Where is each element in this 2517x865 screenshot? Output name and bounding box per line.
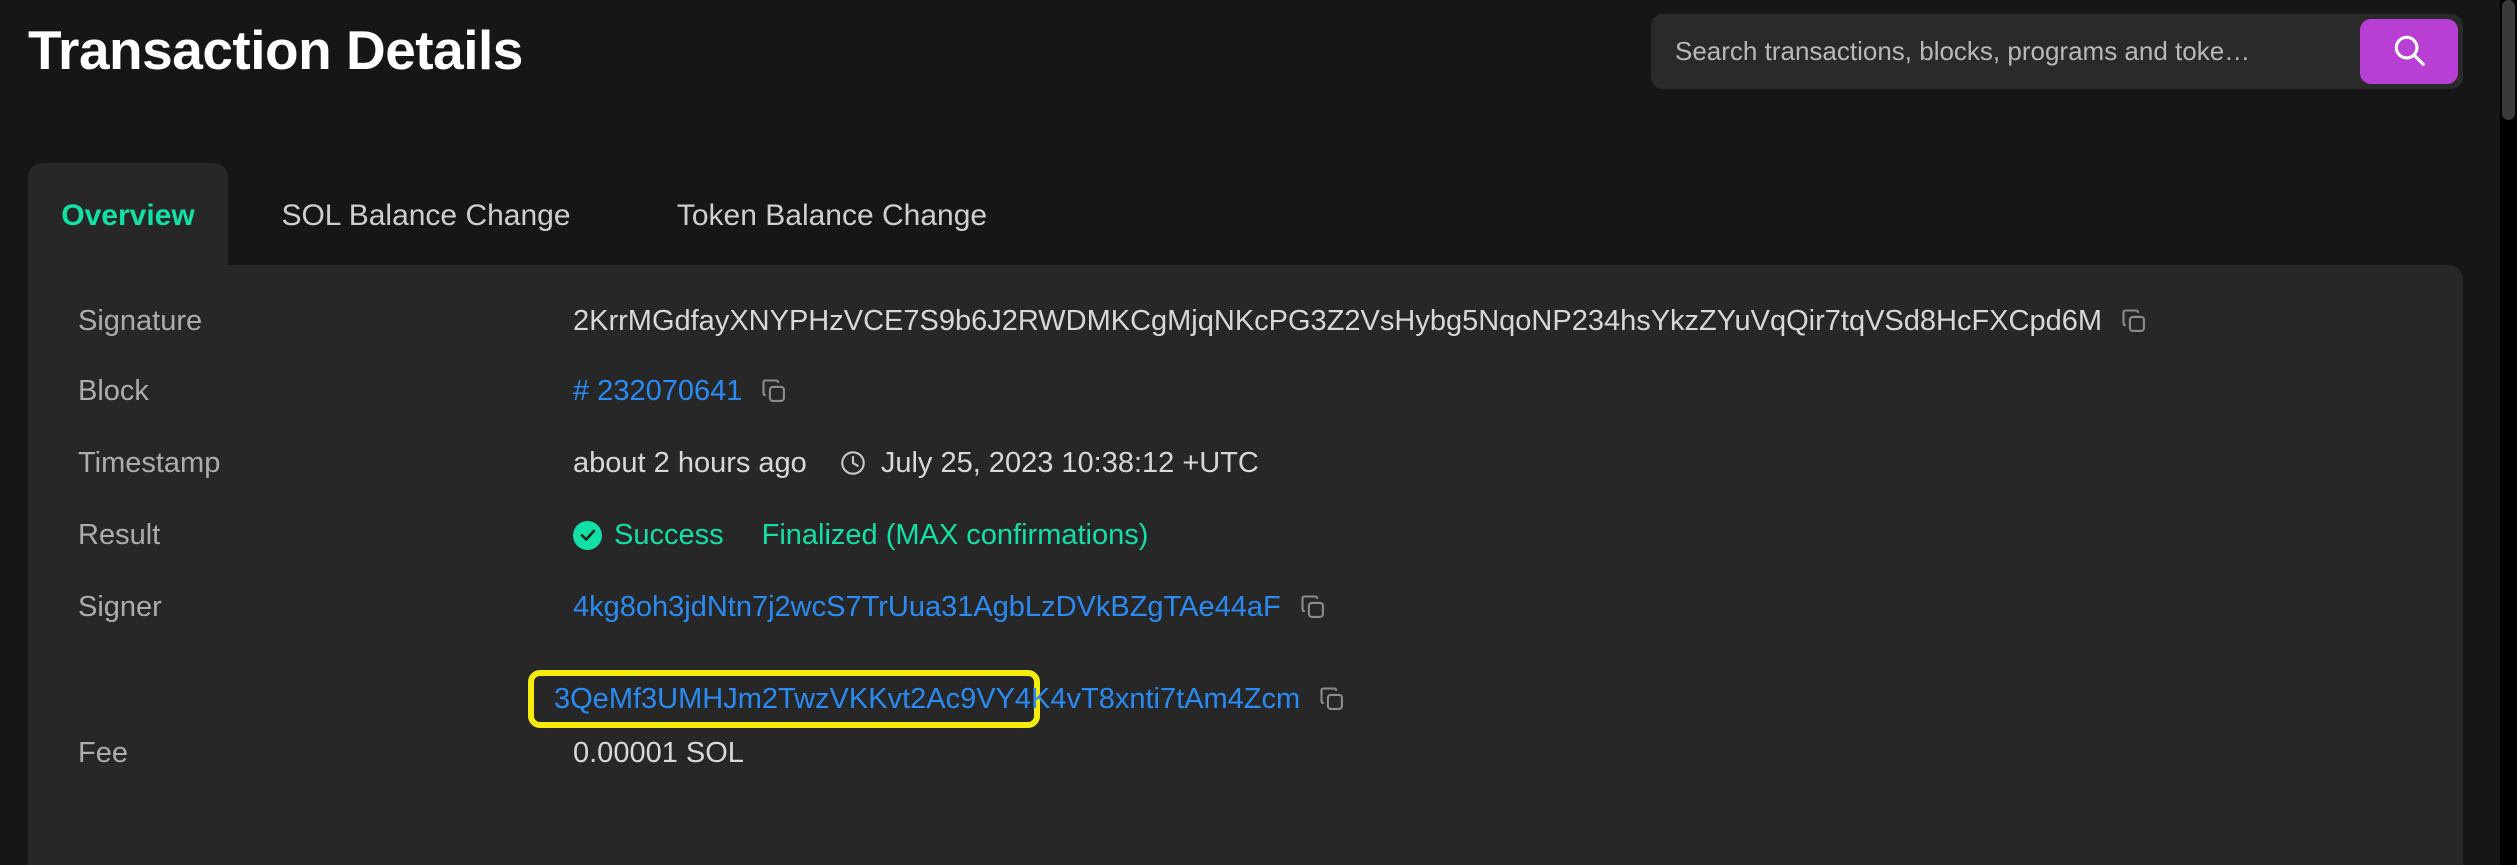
block-value-wrap: # 232070641: [573, 375, 788, 408]
timestamp-absolute: July 25, 2023 10:38:12 +UTC: [880, 446, 1259, 479]
result-value-wrap: Success Finalized (MAX confirmations): [573, 519, 1148, 552]
tab-sol-balance-change-label: SOL Balance Change: [281, 198, 571, 232]
copy-signer-address-2-icon[interactable]: [1318, 685, 1346, 713]
page-header: Transaction Details: [0, 0, 2500, 120]
timestamp-relative: about 2 hours ago: [573, 446, 807, 479]
search-bar: [1651, 14, 2463, 89]
row-fee: Fee 0.00001 SOL: [28, 717, 2463, 789]
signer-label: Signer: [78, 590, 162, 623]
search-button[interactable]: [2360, 19, 2458, 84]
vertical-scrollbar-thumb[interactable]: [2502, 0, 2515, 120]
fee-value-wrap: 0.00001 SOL: [573, 737, 744, 770]
fee-label: Fee: [78, 736, 128, 769]
timestamp-value-wrap: about 2 hours ago July 25, 2023 10:38:12…: [573, 447, 1259, 480]
tab-token-balance-change-label: Token Balance Change: [676, 198, 988, 232]
clock-icon: [839, 449, 867, 477]
tab-overview[interactable]: Overview: [28, 163, 228, 268]
block-label: Block: [78, 374, 149, 407]
result-status: Success: [614, 518, 724, 551]
tab-sol-balance-change[interactable]: SOL Balance Change: [250, 163, 602, 268]
row-signature: Signature 2KrrMGdfayXNYPHzVCE7S9b6J2RWDM…: [28, 285, 2463, 357]
tab-overview-label: Overview: [61, 198, 195, 232]
signer-address-2[interactable]: 3QeMf3UMHJm2TwzVKKvt2Ac9VY4K4vT8xnti7tAm…: [554, 683, 1300, 716]
block-link[interactable]: # 232070641: [573, 375, 742, 408]
signer-address-1[interactable]: 4kg8oh3jdNtn7j2wcS7TrUua31AgbLzDVkBZgTAe…: [573, 591, 1281, 624]
signature-value: 2KrrMGdfayXNYPHzVCE7S9b6J2RWDMKCgMjqNKcP…: [573, 304, 2102, 337]
signature-value-wrap: 2KrrMGdfayXNYPHzVCE7S9b6J2RWDMKCgMjqNKcP…: [573, 305, 2148, 338]
tab-token-balance-change[interactable]: Token Balance Change: [638, 163, 1026, 268]
search-input[interactable]: [1651, 14, 2360, 89]
page-title: Transaction Details: [28, 19, 523, 81]
row-result: Result Success Finalized (MAX confirmati…: [28, 499, 2463, 571]
signature-label: Signature: [78, 304, 203, 337]
fee-value: 0.00001 SOL: [573, 736, 744, 769]
result-confirmations: Finalized (MAX confirmations): [761, 518, 1149, 551]
tab-bar: Overview SOL Balance Change Token Balanc…: [0, 163, 2463, 268]
window-right-gutter: [2500, 0, 2517, 865]
row-signer: Signer 4kg8oh3jdNtn7j2wcS7TrUua31AgbLzDV…: [28, 571, 2463, 643]
search-icon: [2390, 31, 2428, 72]
copy-signer-address-1-icon[interactable]: [1299, 593, 1327, 621]
check-circle-icon: [573, 520, 602, 550]
timestamp-label: Timestamp: [78, 446, 221, 479]
signer-address-1-wrap: 4kg8oh3jdNtn7j2wcS7TrUua31AgbLzDVkBZgTAe…: [573, 591, 1327, 624]
copy-signature-icon[interactable]: [2120, 307, 2148, 335]
signer-address-2-highlight: 3QeMf3UMHJm2TwzVKKvt2Ac9VY4K4vT8xnti7tAm…: [528, 670, 1344, 728]
result-label: Result: [78, 518, 161, 551]
copy-block-icon[interactable]: [760, 377, 788, 405]
overview-panel: Signature 2KrrMGdfayXNYPHzVCE7S9b6J2RWDM…: [28, 265, 2463, 865]
transaction-details-page: Transaction Details Overview SOL Balance…: [0, 0, 2517, 865]
row-timestamp: Timestamp about 2 hours ago July 25, 202…: [28, 427, 2463, 499]
row-block: Block # 232070641: [28, 355, 2463, 427]
